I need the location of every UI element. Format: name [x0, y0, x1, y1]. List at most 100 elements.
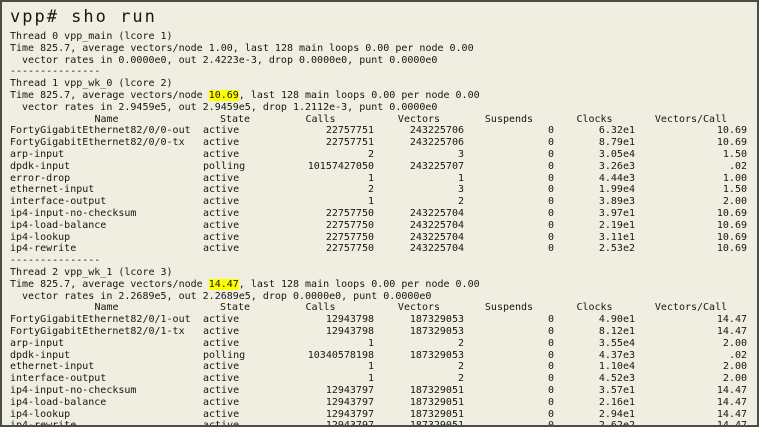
- cell-vectors: 243225704: [374, 243, 464, 255]
- cell-suspends: 0: [464, 243, 554, 255]
- cell-vectors: 187329051: [374, 420, 464, 427]
- column-header-vectors: Vectors: [374, 114, 464, 126]
- cell-vectors: 3: [374, 184, 464, 196]
- cell-suspends: 0: [464, 161, 554, 173]
- cell-vectors: 2: [374, 338, 464, 350]
- cell-name: arp-input: [10, 338, 203, 350]
- cell-vectors-call: 1.50: [635, 184, 747, 196]
- time-summary-line: Time 825.7, average vectors/node 14.47, …: [10, 279, 757, 291]
- cell-state: active: [203, 208, 267, 220]
- cell-vectors-call: .02: [635, 161, 747, 173]
- avg-vectors-value: 10.69: [209, 90, 239, 101]
- cell-vectors-call: 2.00: [635, 361, 747, 373]
- cell-calls: 1: [267, 196, 374, 208]
- cell-name: ip4-lookup: [10, 409, 203, 421]
- column-header-calls: Calls: [267, 302, 374, 314]
- cell-vectors-call: 14.47: [635, 420, 747, 427]
- cell-calls: 1: [267, 173, 374, 185]
- cell-clocks: 4.90e1: [554, 314, 635, 326]
- cell-vectors-call: .02: [635, 350, 747, 362]
- cell-vectors: 243225704: [374, 220, 464, 232]
- table-row: ip4-load-balanceactive227577502432257040…: [10, 220, 757, 232]
- time-prefix: Time 825.7, average vectors/node: [10, 90, 209, 101]
- cell-clocks: 2.53e2: [554, 243, 635, 255]
- cell-calls: 12943797: [267, 385, 374, 397]
- time-summary-line: Time 825.7, average vectors/node 10.69, …: [10, 90, 757, 102]
- cell-name: dpdk-input: [10, 161, 203, 173]
- cell-state: active: [203, 196, 267, 208]
- cell-calls: 12943798: [267, 326, 374, 338]
- cell-suspends: 0: [464, 184, 554, 196]
- table-header-row: NameStateCallsVectorsSuspendsClocksVecto…: [10, 114, 757, 126]
- column-header-suspends: Suspends: [464, 302, 554, 314]
- cell-state: active: [203, 361, 267, 373]
- cell-name: error-drop: [10, 173, 203, 185]
- thread-header-line: Thread 1 vpp_wk_0 (lcore 2): [10, 78, 757, 90]
- vector-rates-line: vector rates in 2.9459e5, out 2.9459e5, …: [10, 102, 757, 114]
- cell-state: active: [203, 338, 267, 350]
- cell-calls: 1: [267, 338, 374, 350]
- table-row: ethernet-inputactive1201.10e42.00: [10, 361, 757, 373]
- cell-clocks: 8.12e1: [554, 326, 635, 338]
- cell-calls: 1: [267, 361, 374, 373]
- table-row: ip4-rewriteactive1294379718732905102.62e…: [10, 420, 757, 427]
- avg-vectors-value: 14.47: [209, 279, 239, 290]
- cell-clocks: 1.10e4: [554, 361, 635, 373]
- cell-calls: 12943798: [267, 314, 374, 326]
- cell-state: active: [203, 420, 267, 427]
- column-header-vectors: Vectors: [374, 302, 464, 314]
- separator-line: ---------------: [10, 255, 757, 267]
- cell-state: polling: [203, 161, 267, 173]
- cell-vectors: 2: [374, 196, 464, 208]
- table-row: interface-outputactive1204.52e32.00: [10, 373, 757, 385]
- cell-vectors-call: 14.47: [635, 326, 747, 338]
- cell-vectors-call: 10.69: [635, 137, 747, 149]
- cell-name: ip4-rewrite: [10, 243, 203, 255]
- cell-state: active: [203, 314, 267, 326]
- cell-calls: 2: [267, 184, 374, 196]
- cell-name: ip4-input-no-checksum: [10, 385, 203, 397]
- cell-state: active: [203, 173, 267, 185]
- cell-suspends: 0: [464, 338, 554, 350]
- cell-vectors: 187329053: [374, 314, 464, 326]
- cell-name: ip4-load-balance: [10, 397, 203, 409]
- table-row: dpdk-inputpolling1034057819818732905304.…: [10, 350, 757, 362]
- cell-suspends: 0: [464, 220, 554, 232]
- table-row: ip4-lookupactive2275775024322570403.11e1…: [10, 232, 757, 244]
- cell-clocks: 2.62e2: [554, 420, 635, 427]
- cell-vectors: 187329053: [374, 350, 464, 362]
- cell-name: interface-output: [10, 373, 203, 385]
- cell-state: active: [203, 373, 267, 385]
- cell-name: ip4-load-balance: [10, 220, 203, 232]
- cell-suspends: 0: [464, 420, 554, 427]
- cell-suspends: 0: [464, 208, 554, 220]
- cell-name: ethernet-input: [10, 361, 203, 373]
- cell-suspends: 0: [464, 409, 554, 421]
- cell-state: polling: [203, 350, 267, 362]
- table-row: ip4-input-no-checksumactive1294379718732…: [10, 385, 757, 397]
- cell-state: active: [203, 184, 267, 196]
- cell-vectors-call: 10.69: [635, 208, 747, 220]
- cell-vectors-call: 1.00: [635, 173, 747, 185]
- thread-block: Thread 0 vpp_main (lcore 1) Time 825.7, …: [10, 31, 757, 78]
- column-header-state: State: [203, 302, 267, 314]
- cell-suspends: 0: [464, 125, 554, 137]
- cell-calls: 12943797: [267, 397, 374, 409]
- cell-vectors-call: 2.00: [635, 373, 747, 385]
- vpp-terminal-screen[interactable]: vpp# sho run Thread 0 vpp_main (lcore 1)…: [0, 0, 759, 427]
- cell-state: active: [203, 326, 267, 338]
- table-row: FortyGigabitEthernet82/0/1-outactive1294…: [10, 314, 757, 326]
- time-suffix: , last 128 main loops 0.00 per node 0.00: [233, 43, 474, 54]
- table-header-row: NameStateCallsVectorsSuspendsClocksVecto…: [10, 302, 757, 314]
- thread-block: Thread 1 vpp_wk_0 (lcore 2) Time 825.7, …: [10, 78, 757, 267]
- cell-calls: 22757750: [267, 220, 374, 232]
- cell-calls: 2: [267, 149, 374, 161]
- cell-name: interface-output: [10, 196, 203, 208]
- cell-name: ip4-lookup: [10, 232, 203, 244]
- cell-calls: 10340578198: [267, 350, 374, 362]
- column-header-calls: Calls: [267, 114, 374, 126]
- cell-state: active: [203, 149, 267, 161]
- table-row: arp-inputactive1203.55e42.00: [10, 338, 757, 350]
- table-row: arp-inputactive2303.05e41.50: [10, 149, 757, 161]
- cell-vectors-call: 14.47: [635, 409, 747, 421]
